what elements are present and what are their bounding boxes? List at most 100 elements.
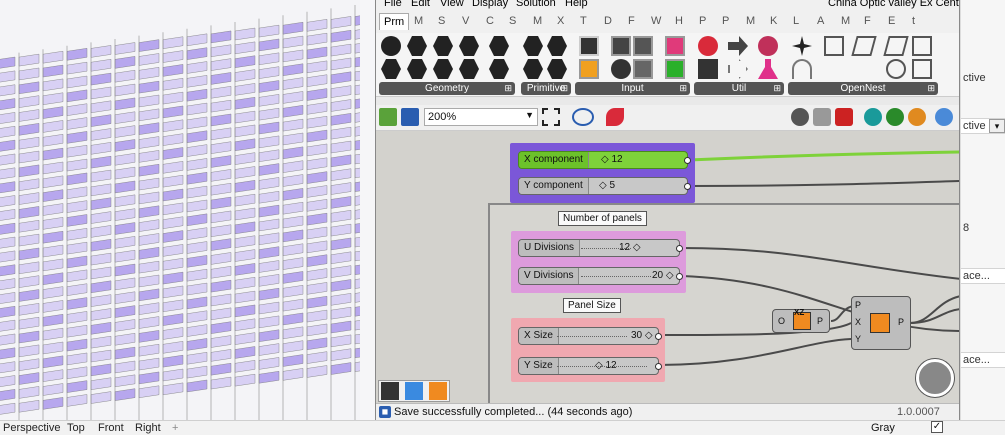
- slider-x-component[interactable]: X component ◇ 12: [518, 151, 691, 169]
- opennest-logo-icon[interactable]: [792, 36, 812, 56]
- tab-display[interactable]: D: [604, 15, 612, 27]
- expand-icon[interactable]: ⊞: [773, 82, 781, 95]
- group-label-util[interactable]: Util ⊞: [694, 82, 784, 95]
- output-port[interactable]: [676, 273, 683, 280]
- zoom-dropdown[interactable]: 200% ▼: [424, 108, 538, 126]
- tab-f2[interactable]: F: [864, 15, 871, 27]
- open-file-icon[interactable]: [379, 108, 397, 126]
- dice-icon[interactable]: [912, 59, 932, 79]
- value-list-icon[interactable]: [633, 59, 653, 79]
- save-icon[interactable]: [401, 108, 419, 126]
- vector-param-icon[interactable]: [433, 59, 453, 79]
- signal-icon[interactable]: [792, 59, 812, 79]
- mesh-param-icon[interactable]: [459, 59, 479, 79]
- upload-icon[interactable]: [429, 382, 447, 400]
- slider-v-divisions[interactable]: V Divisions 20 ◇: [518, 267, 683, 285]
- text-param-icon[interactable]: [547, 59, 567, 79]
- preview-off-icon[interactable]: [791, 108, 809, 126]
- group-label-primitive[interactable]: Primitive ⊞: [521, 82, 571, 95]
- colour-swatch-icon[interactable]: [611, 59, 631, 79]
- integer-param-icon[interactable]: [523, 59, 543, 79]
- slider-input-icon[interactable]: [579, 36, 599, 56]
- gradient-input-icon[interactable]: [665, 36, 685, 56]
- tab-transform[interactable]: T: [580, 15, 587, 27]
- expand-icon[interactable]: ⊞: [504, 82, 512, 95]
- tab-l[interactable]: L: [793, 15, 799, 27]
- note-panel-size[interactable]: Panel Size: [563, 298, 621, 313]
- tab-curve[interactable]: C: [486, 15, 494, 27]
- component-rectangle[interactable]: P X Y P: [851, 296, 911, 350]
- circles-icon[interactable]: [886, 59, 906, 79]
- tab-surface[interactable]: S: [509, 15, 516, 27]
- sketch-icon[interactable]: [606, 108, 624, 126]
- slider-u-divisions[interactable]: U Divisions 12 ◇: [518, 239, 683, 257]
- preview-wire-icon[interactable]: [813, 108, 831, 126]
- expand-icon[interactable]: ⊞: [927, 82, 935, 95]
- tab-sets[interactable]: S: [438, 15, 445, 27]
- hops-icon[interactable]: [758, 36, 778, 56]
- toggle-input-icon[interactable]: [611, 36, 631, 56]
- canvas-navigation-widget[interactable]: [916, 359, 954, 397]
- tab-a[interactable]: A: [817, 15, 824, 27]
- arrow-right-icon[interactable]: [728, 36, 748, 56]
- menu-edit[interactable]: Edit: [411, 0, 430, 9]
- tab-params[interactable]: Prm: [379, 13, 410, 30]
- number-param-icon[interactable]: [523, 36, 543, 56]
- param-icon[interactable]: [381, 36, 401, 56]
- color-icon[interactable]: [908, 108, 926, 126]
- menu-file[interactable]: File: [384, 0, 402, 9]
- matrix-input-icon[interactable]: [665, 59, 685, 79]
- folder-icon[interactable]: [405, 382, 423, 400]
- eye-icon[interactable]: [572, 108, 594, 126]
- output-port[interactable]: [676, 245, 683, 252]
- sheets-icon[interactable]: [883, 36, 909, 56]
- surface-param-icon[interactable]: [459, 36, 479, 56]
- tab-maths[interactable]: M: [414, 15, 423, 27]
- tab-e[interactable]: E: [888, 15, 895, 27]
- tab-m3[interactable]: M: [841, 15, 850, 27]
- menu-view[interactable]: View: [440, 0, 464, 9]
- tab-intersect[interactable]: X: [557, 15, 564, 27]
- sphere-icon[interactable]: [935, 108, 953, 126]
- tab-mesh[interactable]: M: [533, 15, 542, 27]
- display-icon[interactable]: [864, 108, 882, 126]
- mesh-quality-icon[interactable]: [886, 108, 904, 126]
- component-xz-plane[interactable]: O XZ P: [772, 308, 830, 333]
- cube-icon[interactable]: [912, 36, 932, 56]
- tab-k[interactable]: K: [770, 15, 777, 27]
- tab-h[interactable]: H: [675, 15, 683, 27]
- flask-icon[interactable]: [758, 59, 778, 79]
- text-t-icon[interactable]: [824, 36, 844, 56]
- tab-front[interactable]: Front: [98, 422, 124, 434]
- tree-icon[interactable]: [698, 59, 718, 79]
- tab-t[interactable]: t: [912, 15, 915, 27]
- circle-param-icon[interactable]: [407, 36, 427, 56]
- output-port[interactable]: [655, 363, 662, 370]
- expand-icon[interactable]: ⊞: [560, 82, 568, 95]
- gray-checkbox[interactable]: ✓: [931, 421, 943, 433]
- arrow-outline-icon[interactable]: [728, 59, 748, 79]
- point-param-icon[interactable]: [407, 59, 427, 79]
- boolean-param-icon[interactable]: [547, 36, 567, 56]
- chevron-down-icon[interactable]: ▼: [525, 110, 534, 120]
- panel-field[interactable]: ctive ▾: [961, 118, 1005, 134]
- output-port[interactable]: [684, 157, 691, 164]
- rhino-perspective-viewport[interactable]: [0, 0, 375, 420]
- group-label-input[interactable]: Input ⊞: [575, 82, 690, 95]
- download-icon[interactable]: [381, 382, 399, 400]
- tab-right[interactable]: Right: [135, 422, 161, 434]
- group-label-geometry[interactable]: Geometry ⊞: [379, 82, 515, 95]
- menu-display[interactable]: Display: [472, 0, 508, 9]
- chevron-down-icon[interactable]: ▾: [989, 119, 1005, 133]
- expand-icon[interactable]: ⊞: [679, 82, 687, 95]
- zoom-extents-icon[interactable]: [542, 108, 560, 126]
- slider-y-size[interactable]: Y Size ◇ 12: [518, 357, 662, 375]
- add-viewport-icon[interactable]: +: [172, 422, 178, 434]
- tab-w[interactable]: W: [651, 15, 661, 27]
- slider-x-size[interactable]: X Size 30 ◇: [518, 327, 662, 345]
- gh-canvas[interactable]: X component ◇ 12 Y component ◇ 5 Number …: [376, 131, 959, 403]
- panel-field-2[interactable]: ace...: [961, 268, 1005, 284]
- menu-help[interactable]: Help: [565, 0, 588, 9]
- tab-perspective[interactable]: Perspective: [3, 422, 60, 434]
- plane-param-icon[interactable]: [489, 59, 509, 79]
